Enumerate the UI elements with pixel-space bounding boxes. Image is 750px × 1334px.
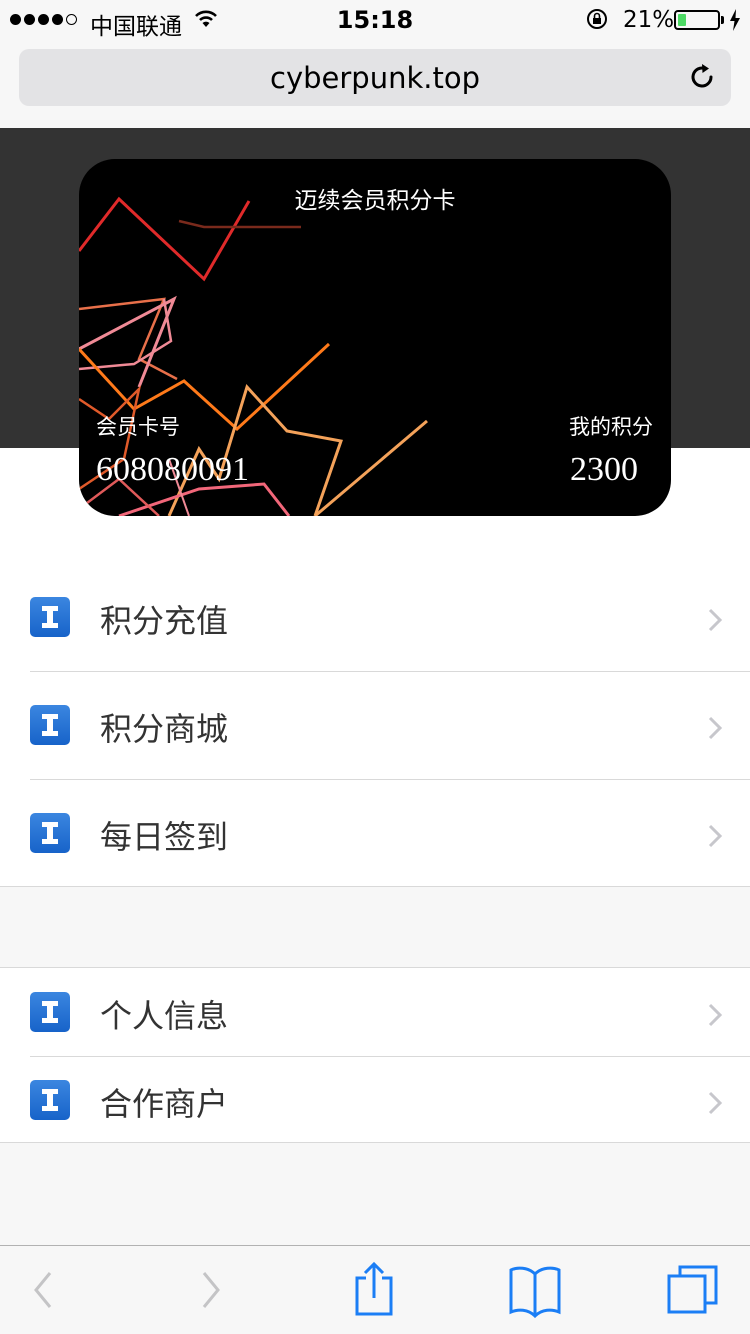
reload-icon[interactable] bbox=[687, 62, 717, 92]
menu-group-account: 个人信息 合作商户 bbox=[0, 967, 750, 1143]
menu-item-label: 个人信息 bbox=[100, 997, 229, 1035]
back-icon[interactable] bbox=[28, 1246, 58, 1334]
chevron-right-icon bbox=[708, 1091, 723, 1115]
address-bar-area: cyberpunk.top bbox=[0, 40, 750, 128]
info-icon bbox=[30, 705, 70, 745]
chevron-right-icon bbox=[708, 1003, 723, 1027]
menu-item-label: 积分商城 bbox=[100, 710, 229, 748]
member-number-label: 会员卡号 bbox=[96, 415, 180, 439]
membership-card[interactable]: 迈续会员积分卡 会员卡号 608080091 我的积分 2300 bbox=[79, 159, 671, 516]
menu-item-points-mall[interactable]: 积分商城 bbox=[0, 671, 750, 779]
share-icon[interactable] bbox=[352, 1246, 396, 1334]
rotation-lock-icon bbox=[587, 9, 607, 29]
battery-cap bbox=[721, 16, 724, 24]
menu-item-daily-checkin[interactable]: 每日签到 bbox=[0, 779, 750, 887]
status-bar: 中国联通 15:18 21% bbox=[0, 0, 750, 40]
info-icon bbox=[30, 813, 70, 853]
battery-percent: 21% bbox=[623, 7, 675, 33]
url-field[interactable]: cyberpunk.top bbox=[19, 49, 731, 106]
browser-toolbar bbox=[0, 1245, 750, 1334]
battery-icon bbox=[674, 10, 720, 30]
menu-item-points-recharge[interactable]: 积分充值 bbox=[0, 563, 750, 671]
chevron-right-icon bbox=[708, 716, 723, 740]
card-title: 迈续会员积分卡 bbox=[294, 188, 456, 214]
member-number: 608080091 bbox=[96, 451, 249, 488]
info-icon bbox=[30, 1080, 70, 1120]
points-label: 我的积分 bbox=[569, 415, 653, 439]
menu-item-partner-merchants[interactable]: 合作商户 bbox=[0, 1056, 750, 1144]
menu-item-label: 每日签到 bbox=[100, 818, 229, 856]
points-value: 2300 bbox=[570, 451, 638, 488]
chevron-right-icon bbox=[708, 608, 723, 632]
bookmarks-icon[interactable] bbox=[508, 1246, 562, 1334]
info-icon bbox=[30, 992, 70, 1032]
forward-icon[interactable] bbox=[196, 1246, 226, 1334]
menu-item-personal-info[interactable]: 个人信息 bbox=[0, 968, 750, 1056]
menu-item-label: 积分充值 bbox=[100, 602, 229, 640]
info-icon bbox=[30, 597, 70, 637]
tabs-icon[interactable] bbox=[666, 1246, 720, 1334]
menu-item-label: 合作商户 bbox=[100, 1085, 229, 1123]
menu-group-points: 积分充值 积分商城 每日签到 bbox=[0, 563, 750, 887]
chevron-right-icon bbox=[708, 824, 723, 848]
url-text: cyberpunk.top bbox=[270, 61, 480, 95]
charging-icon bbox=[730, 9, 740, 31]
